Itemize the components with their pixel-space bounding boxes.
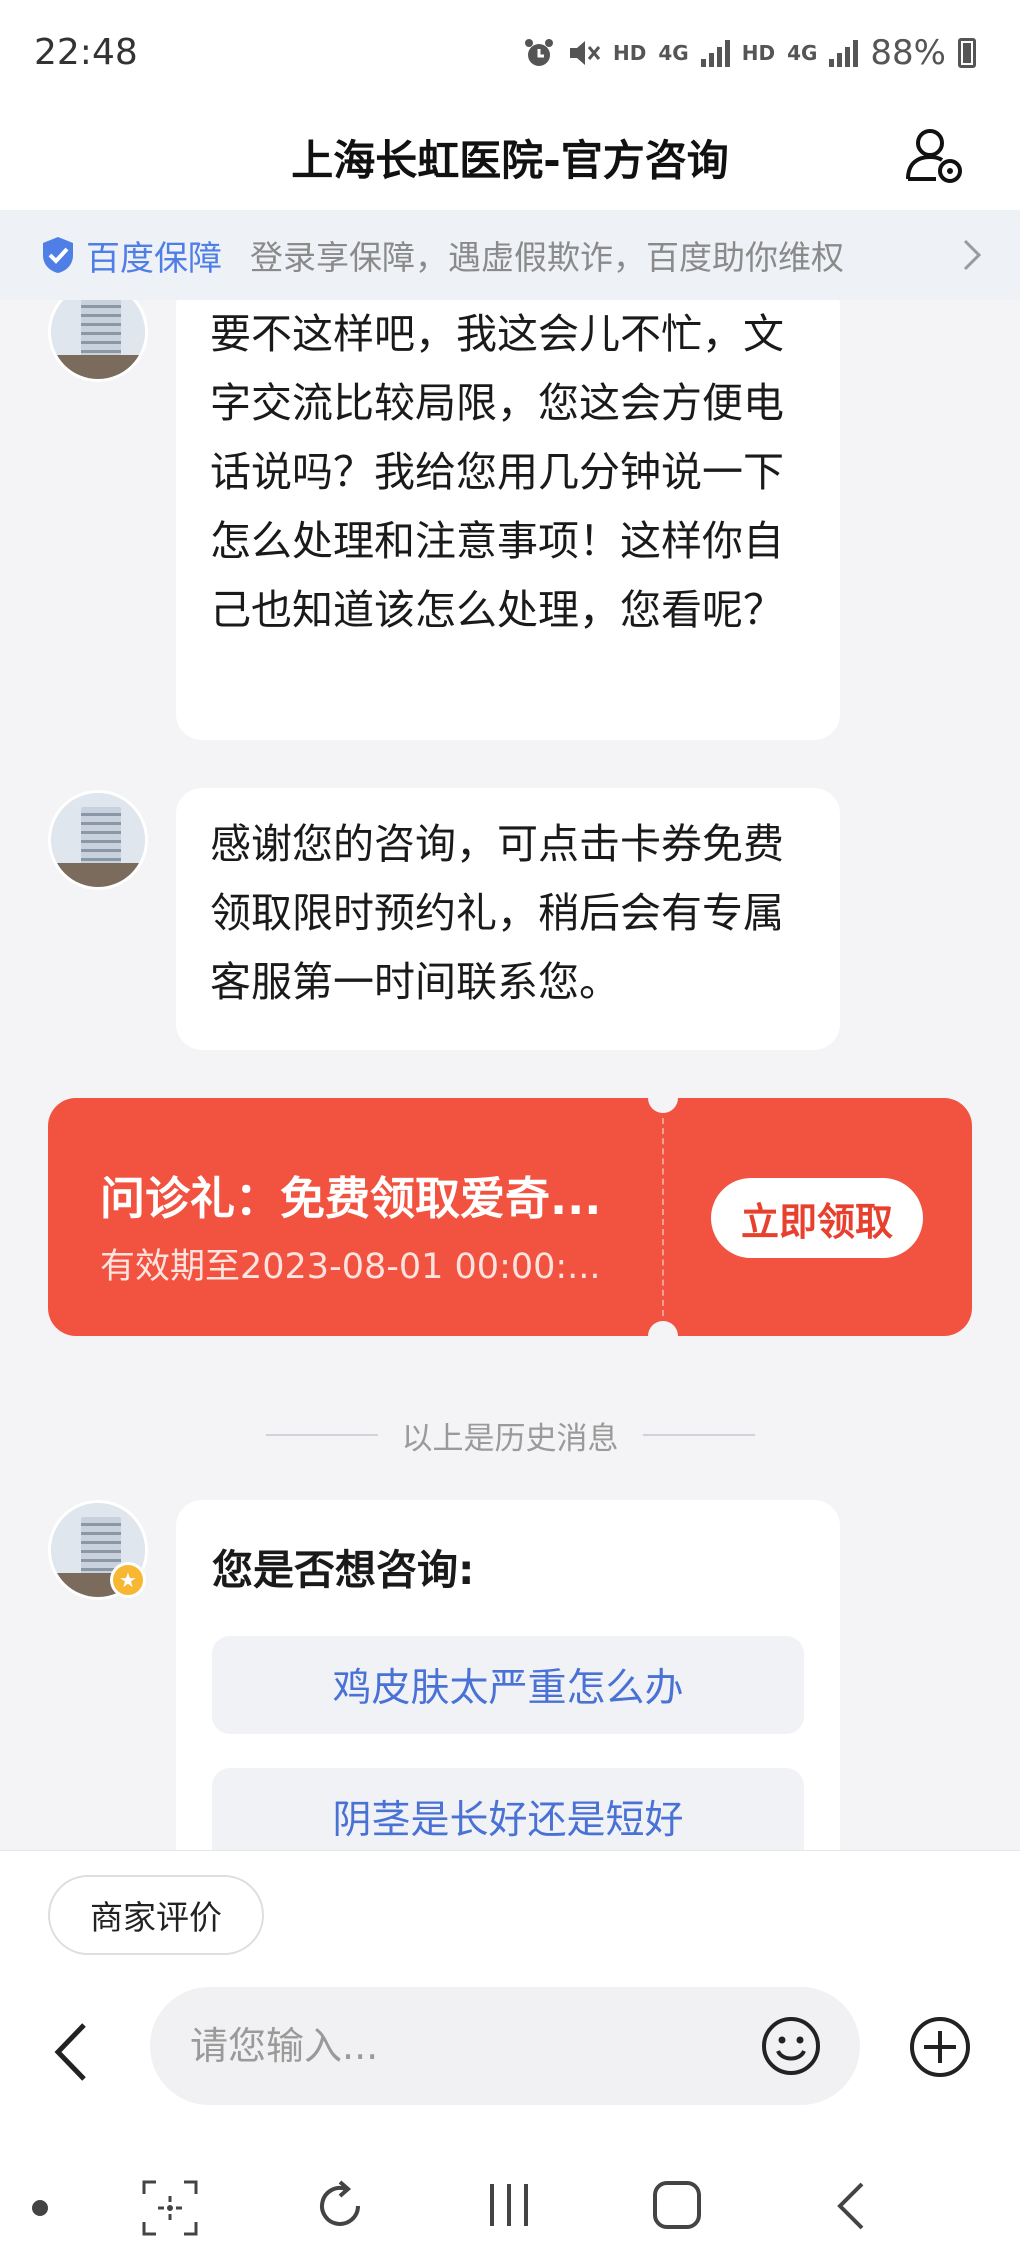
rotate-icon[interactable]	[310, 2176, 370, 2236]
back-arrow-icon[interactable]	[48, 2019, 94, 2085]
coupon-notch-bottom	[648, 1321, 678, 1336]
hd-label-2: HD	[741, 40, 776, 65]
home-icon[interactable]	[650, 2178, 704, 2232]
recent-apps-icon[interactable]	[484, 2180, 534, 2230]
chevron-right-icon	[963, 239, 982, 271]
dot-icon	[32, 2200, 48, 2216]
signal-icon-2	[829, 39, 859, 67]
status-bar: 22:48 HD 4G HD 4G 88%	[0, 0, 1020, 105]
history-divider: 以上是历史消息	[0, 1410, 1020, 1460]
merchant-review-button[interactable]: 商家评价	[48, 1875, 264, 1955]
page-title: 上海长虹医院-官方咨询	[291, 136, 729, 185]
status-time: 22:48	[34, 32, 138, 73]
status-icons: HD 4G HD 4G 88%	[523, 33, 976, 73]
emoji-icon[interactable]	[760, 2015, 822, 2077]
suggestion-item[interactable]: 鸡皮肤太严重怎么办	[212, 1636, 804, 1734]
agent-avatar	[48, 300, 148, 382]
signal-icon	[700, 39, 730, 67]
message-bubble: 感谢您的咨询，可点击卡券免费领取限时预约礼，稍后会有专属客服第一时间联系您。	[176, 788, 840, 1050]
guarantee-text: 登录享保障，遇虚假欺诈，百度助你维权	[250, 238, 844, 277]
message-input-box[interactable]	[150, 1987, 860, 2105]
chat-header: 上海长虹医院-官方咨询	[0, 105, 1020, 210]
coupon-title: 问诊礼：免费领取爱奇...	[100, 1172, 602, 1225]
bottom-panel: 商家评价	[0, 1850, 1020, 2150]
shield-icon	[43, 237, 73, 273]
chat-scroll-area[interactable]: 要不这样吧，我这会儿不忙，文字交流比较局限，您这会方便电话说吗？我给您用几分钟说…	[0, 300, 1020, 1850]
battery-percent: 88%	[870, 32, 946, 73]
coupon-notch-top	[648, 1098, 678, 1113]
coupon-divider	[662, 1118, 664, 1316]
suggestion-title: 您是否想咨询:	[212, 1546, 475, 1594]
guarantee-banner[interactable]: 百度保障 登录享保障，遇虚假欺诈，百度助你维权	[0, 210, 1020, 300]
network-label: 4G	[658, 40, 689, 65]
user-settings-icon[interactable]	[902, 123, 968, 189]
hd-label: HD	[613, 40, 647, 65]
suggestion-item[interactable]: 阴茎是长好还是短好	[212, 1768, 804, 1850]
battery-icon	[958, 37, 976, 68]
agent-avatar	[48, 790, 148, 890]
divider-line	[265, 1434, 378, 1436]
coupon-validity: 有效期至2023-08-01 00:00:...	[100, 1247, 601, 1287]
back-nav-icon[interactable]	[830, 2178, 870, 2234]
suggestion-card: 您是否想咨询: 鸡皮肤太严重怎么办 阴茎是长好还是短好	[176, 1500, 840, 1850]
network-label-2: 4G	[787, 40, 818, 65]
claim-button[interactable]: 立即领取	[711, 1178, 923, 1258]
system-nav-bar	[0, 2150, 1020, 2267]
star-badge-icon: ★	[110, 1562, 146, 1598]
guarantee-brand: 百度保障	[86, 238, 222, 279]
divider-line	[642, 1434, 755, 1436]
coupon-card[interactable]: 问诊礼：免费领取爱奇... 有效期至2023-08-01 00:00:... 立…	[48, 1098, 972, 1336]
message-input[interactable]	[190, 2024, 710, 2068]
screenshot-scan-icon[interactable]	[140, 2178, 200, 2238]
message-text: 要不这样吧，我这会儿不忙，文字交流比较局限，您这会方便电话说吗？我给您用几分钟说…	[210, 310, 784, 634]
plus-icon[interactable]	[908, 2015, 972, 2079]
history-label: 以上是历史消息	[401, 1420, 619, 1457]
message-bubble: 要不这样吧，我这会儿不忙，文字交流比较局限，您这会方便电话说吗？我给您用几分钟说…	[176, 300, 840, 740]
mute-icon	[570, 40, 601, 65]
message-text: 感谢您的咨询，可点击卡券免费领取限时预约礼，稍后会有专属客服第一时间联系您。	[210, 820, 784, 1006]
alarm-icon	[525, 38, 554, 66]
